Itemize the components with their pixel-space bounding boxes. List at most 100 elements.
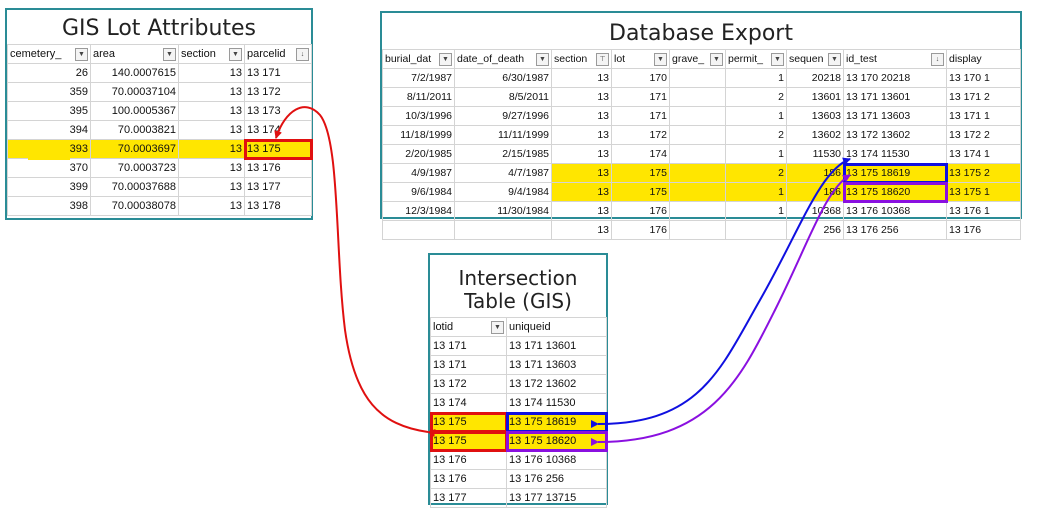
table-cell[interactable]: 9/27/1996 bbox=[454, 106, 552, 126]
table-cell[interactable]: 11/11/1999 bbox=[454, 125, 552, 145]
sort-dropdown-icon[interactable]: ↓ bbox=[296, 47, 309, 61]
highlighted-id-test-cell[interactable]: 13 175 18619 bbox=[842, 162, 948, 184]
table-cell[interactable]: 370 bbox=[7, 158, 91, 178]
table-cell[interactable]: 13 177 13715 bbox=[506, 488, 607, 508]
table-cell[interactable]: 175 bbox=[611, 182, 670, 202]
table-cell[interactable]: 13 176 10368 bbox=[843, 201, 947, 221]
table-cell[interactable]: 2 bbox=[725, 125, 787, 145]
column-header[interactable]: lot ▼ bbox=[611, 49, 670, 69]
table-cell[interactable]: 70.00037688 bbox=[90, 177, 179, 197]
column-header[interactable]: sequen ▼ bbox=[786, 49, 844, 69]
table-cell[interactable]: 13 bbox=[178, 63, 245, 83]
table-cell[interactable]: 7/2/1987 bbox=[382, 68, 455, 88]
table-cell[interactable]: 13 171 13601 bbox=[843, 87, 947, 107]
table-cell[interactable]: 13 bbox=[178, 82, 245, 102]
table-cell[interactable]: 13 172 13602 bbox=[506, 374, 607, 394]
table-cell[interactable]: 13 bbox=[551, 144, 612, 164]
table-cell[interactable]: 13 176 10368 bbox=[506, 450, 607, 470]
filter-dropdown-icon[interactable]: ▼ bbox=[654, 52, 667, 66]
table-cell[interactable]: 13 171 2 bbox=[946, 87, 1021, 107]
table-cell[interactable] bbox=[725, 220, 787, 240]
table-cell[interactable]: 13 170 20218 bbox=[843, 68, 947, 88]
highlighted-lotid-cell[interactable]: 13 175 bbox=[429, 430, 508, 452]
column-header[interactable]: cemetery_ ▼ bbox=[7, 44, 91, 64]
table-cell[interactable]: 170 bbox=[611, 68, 670, 88]
column-header[interactable]: area ▼ bbox=[90, 44, 179, 64]
filter-dropdown-icon[interactable]: ▼ bbox=[536, 52, 549, 66]
table-cell[interactable]: 13 174 bbox=[430, 393, 507, 413]
table-cell[interactable]: 70.0003821 bbox=[90, 120, 179, 140]
table-cell[interactable]: 140.0007615 bbox=[90, 63, 179, 83]
table-cell[interactable]: 13 177 bbox=[244, 177, 312, 197]
table-cell[interactable] bbox=[669, 87, 726, 107]
table-cell[interactable]: 13 174 1 bbox=[946, 144, 1021, 164]
table-cell[interactable]: 70.0003723 bbox=[90, 158, 179, 178]
column-header[interactable]: section ▼ bbox=[178, 44, 245, 64]
table-cell[interactable]: 13 bbox=[551, 220, 612, 240]
table-cell[interactable]: 13 bbox=[551, 106, 612, 126]
active-filter-icon[interactable]: ⊤ bbox=[596, 52, 609, 66]
table-cell[interactable]: 13 bbox=[178, 120, 245, 140]
table-cell[interactable]: 13 bbox=[178, 101, 245, 121]
filter-dropdown-icon[interactable]: ▼ bbox=[75, 47, 88, 61]
table-cell[interactable]: 359 bbox=[7, 82, 91, 102]
table-cell[interactable]: 2/15/1985 bbox=[454, 144, 552, 164]
table-cell[interactable]: 10368 bbox=[786, 201, 844, 221]
table-cell[interactable]: 398 bbox=[7, 196, 91, 216]
table-cell[interactable]: 1 bbox=[725, 144, 787, 164]
filter-dropdown-icon[interactable]: ▼ bbox=[229, 47, 242, 61]
table-cell[interactable]: 26 bbox=[7, 63, 91, 83]
filter-dropdown-icon[interactable]: ▼ bbox=[439, 52, 452, 66]
filter-dropdown-icon[interactable]: ▼ bbox=[163, 47, 176, 61]
table-cell[interactable]: 175 bbox=[611, 163, 670, 183]
table-cell[interactable]: 13 171 13603 bbox=[843, 106, 947, 126]
table-cell[interactable]: 2/20/1985 bbox=[382, 144, 455, 164]
table-cell[interactable] bbox=[669, 182, 726, 202]
table-cell[interactable]: 13 172 2 bbox=[946, 125, 1021, 145]
table-cell[interactable]: 13 174 11530 bbox=[506, 393, 607, 413]
table-cell[interactable]: 13 176 256 bbox=[843, 220, 947, 240]
table-cell[interactable]: 12/3/1984 bbox=[382, 201, 455, 221]
table-cell[interactable]: 70.0003697 bbox=[90, 139, 179, 159]
table-cell[interactable]: 399 bbox=[7, 177, 91, 197]
table-cell[interactable]: 1 bbox=[725, 68, 787, 88]
table-cell[interactable]: 13 176 bbox=[430, 469, 507, 489]
table-cell[interactable]: 1 bbox=[725, 201, 787, 221]
filter-dropdown-icon[interactable]: ▼ bbox=[710, 52, 723, 66]
table-cell[interactable]: 13 bbox=[551, 68, 612, 88]
table-cell[interactable]: 13 171 1 bbox=[946, 106, 1021, 126]
filter-dropdown-icon[interactable]: ▼ bbox=[491, 320, 504, 334]
table-cell[interactable]: 13 174 bbox=[244, 120, 312, 140]
filter-dropdown-icon[interactable]: ▼ bbox=[828, 52, 841, 66]
table-cell[interactable]: 13 171 13603 bbox=[506, 355, 607, 375]
column-header[interactable]: grave_ ▼ bbox=[669, 49, 726, 69]
table-cell[interactable]: 13603 bbox=[786, 106, 844, 126]
table-cell[interactable]: 176 bbox=[611, 220, 670, 240]
table-cell[interactable]: 13 bbox=[178, 196, 245, 216]
table-cell[interactable] bbox=[669, 144, 726, 164]
table-cell[interactable]: 395 bbox=[7, 101, 91, 121]
column-header[interactable]: id_test ↓ bbox=[843, 49, 947, 69]
column-header[interactable]: parcelid ↓ bbox=[244, 44, 312, 64]
table-cell[interactable]: 2 bbox=[725, 87, 787, 107]
table-cell[interactable]: 13 172 13602 bbox=[843, 125, 947, 145]
table-cell[interactable]: 11/30/1984 bbox=[454, 201, 552, 221]
highlighted-uniqueid-cell[interactable]: 13 175 18619 bbox=[505, 411, 608, 433]
table-cell[interactable]: 13601 bbox=[786, 87, 844, 107]
table-cell[interactable]: 256 bbox=[786, 220, 844, 240]
table-cell[interactable]: 13 173 bbox=[244, 101, 312, 121]
table-cell[interactable]: 1 bbox=[725, 106, 787, 126]
table-cell[interactable] bbox=[669, 163, 726, 183]
table-cell[interactable]: 1 bbox=[725, 182, 787, 202]
table-cell[interactable] bbox=[669, 125, 726, 145]
highlighted-parcelid-cell[interactable]: 13 175 bbox=[243, 138, 313, 160]
table-cell[interactable]: 13 170 1 bbox=[946, 68, 1021, 88]
sort-dropdown-icon[interactable]: ↓ bbox=[931, 52, 944, 66]
table-cell[interactable]: 13 171 13601 bbox=[506, 336, 607, 356]
table-cell[interactable]: 13 bbox=[178, 139, 245, 159]
column-header[interactable]: display▼ bbox=[946, 49, 1021, 69]
table-cell[interactable]: 20218 bbox=[786, 68, 844, 88]
table-cell[interactable]: 174 bbox=[611, 144, 670, 164]
table-cell[interactable]: 13 176 bbox=[946, 220, 1021, 240]
highlighted-id-test-cell[interactable]: 13 175 18620 bbox=[842, 181, 948, 203]
